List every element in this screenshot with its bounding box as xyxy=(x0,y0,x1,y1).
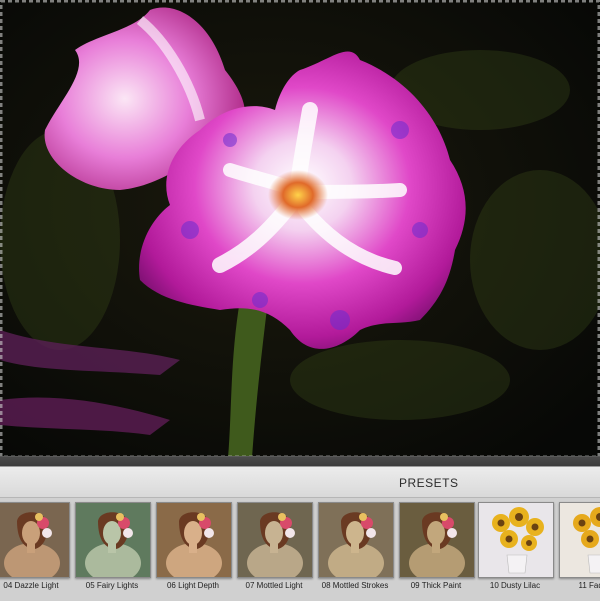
painted-flower-image xyxy=(0,0,600,458)
preset-thumbnail xyxy=(399,502,475,578)
preset-item[interactable]: 06 Light Depth xyxy=(154,502,232,598)
preset-label: 04 Dazzle Light xyxy=(3,581,59,590)
presets-strip[interactable]: 04 Dazzle Light 05 Fairy Lights 06 Light D… xyxy=(0,498,600,601)
preset-thumbnail-image xyxy=(319,503,393,577)
preset-item[interactable]: 05 Fairy Lights xyxy=(73,502,151,598)
preset-thumbnail xyxy=(156,502,232,578)
preset-item[interactable]: 07 Mottled Light xyxy=(235,502,313,598)
preset-label: 08 Mottled Strokes xyxy=(321,581,389,590)
presets-title: PRESETS xyxy=(399,476,459,490)
image-canvas[interactable] xyxy=(0,0,600,458)
preset-label: 07 Mottled Light xyxy=(245,581,303,590)
preset-thumbnail-image xyxy=(560,503,600,577)
preset-item[interactable]: 11 Fading xyxy=(557,502,600,598)
presets-header: PRESETS xyxy=(0,467,600,498)
preset-thumbnail xyxy=(0,502,70,578)
preset-thumbnail-image xyxy=(76,503,150,577)
preset-label: 09 Thick Paint xyxy=(410,581,462,590)
preset-label: 10 Dusty Lilac xyxy=(489,581,541,590)
preset-thumbnail-image xyxy=(157,503,231,577)
preset-thumbnail xyxy=(478,502,554,578)
preset-item[interactable]: 04 Dazzle Light xyxy=(0,502,70,598)
preset-item[interactable]: 08 Mottled Strokes xyxy=(316,502,394,598)
preset-label: 06 Light Depth xyxy=(166,581,220,590)
preset-label: 05 Fairy Lights xyxy=(85,581,139,590)
preset-item[interactable]: 09 Thick Paint xyxy=(397,502,475,598)
preset-thumbnail xyxy=(75,502,151,578)
preset-thumbnail-image xyxy=(479,503,553,577)
presets-panel: PRESETS 04 Dazzle Light 05 Fairy Lights 06… xyxy=(0,466,600,601)
preset-thumbnail-image xyxy=(0,503,69,577)
preset-thumbnail xyxy=(318,502,394,578)
preset-thumbnail-image xyxy=(400,503,474,577)
preset-thumbnail xyxy=(559,502,600,578)
preset-thumbnail-image xyxy=(238,503,312,577)
preset-label: 11 Fading xyxy=(578,581,600,590)
preset-item[interactable]: 10 Dusty Lilac xyxy=(476,502,554,598)
preset-thumbnail xyxy=(237,502,313,578)
